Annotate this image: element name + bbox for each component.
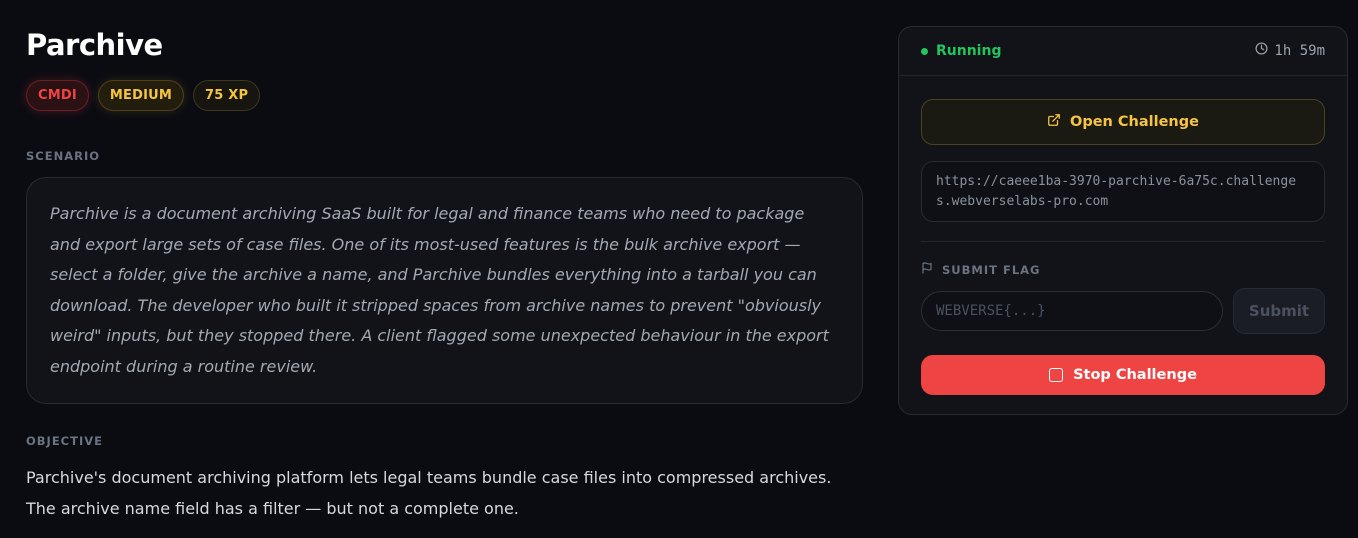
status-indicator: Running xyxy=(921,43,1001,59)
difficulty-badge: MEDIUM xyxy=(97,80,185,111)
challenge-page: Parchive CMDI MEDIUM 75 XP SCENARIO Parc… xyxy=(0,0,1358,538)
status-text: Running xyxy=(936,43,1002,59)
submit-flag-label: SUBMIT FLAG xyxy=(942,263,1041,277)
divider xyxy=(921,241,1325,242)
scenario-label: SCENARIO xyxy=(26,149,101,163)
objective-text: Parchive's document archiving platform l… xyxy=(26,467,832,518)
challenge-control-panel: Running 1h 59m Open Challenge https://ca… xyxy=(898,26,1348,415)
panel-body: Open Challenge https://caeee1ba-3970-par… xyxy=(899,76,1347,395)
scenario-box: Parchive is a document archiving SaaS bu… xyxy=(26,177,863,404)
clock-icon xyxy=(1255,42,1268,60)
submit-flag-header: SUBMIT FLAG xyxy=(921,261,1325,279)
flag-input[interactable] xyxy=(921,291,1223,331)
status-dot xyxy=(921,47,928,55)
open-challenge-button[interactable]: Open Challenge xyxy=(921,99,1325,145)
challenge-url[interactable]: https://caeee1ba-3970-parchive-6a75c.cha… xyxy=(921,161,1325,222)
flag-icon xyxy=(921,261,933,279)
category-badge: CMDI xyxy=(26,80,89,111)
flag-form: Submit xyxy=(921,288,1325,334)
submit-button[interactable]: Submit xyxy=(1233,288,1325,334)
stop-challenge-button[interactable]: Stop Challenge xyxy=(921,355,1325,395)
stop-square-icon xyxy=(1049,368,1064,382)
panel-header: Running 1h 59m xyxy=(899,27,1347,76)
stop-challenge-label: Stop Challenge xyxy=(1073,367,1197,383)
external-link-icon xyxy=(1047,113,1061,132)
badge-row: CMDI MEDIUM 75 XP xyxy=(26,80,863,111)
xp-badge: 75 XP xyxy=(193,80,261,111)
objective-label: OBJECTIVE xyxy=(26,433,103,448)
timer-text: 1h 59m xyxy=(1274,43,1325,59)
open-challenge-label: Open Challenge xyxy=(1070,114,1199,130)
scenario-text: Parchive is a document archiving SaaS bu… xyxy=(50,204,829,376)
timer: 1h 59m xyxy=(1255,42,1325,60)
page-title: Parchive xyxy=(26,28,163,62)
challenge-details: Parchive CMDI MEDIUM 75 XP SCENARIO Parc… xyxy=(26,26,863,524)
